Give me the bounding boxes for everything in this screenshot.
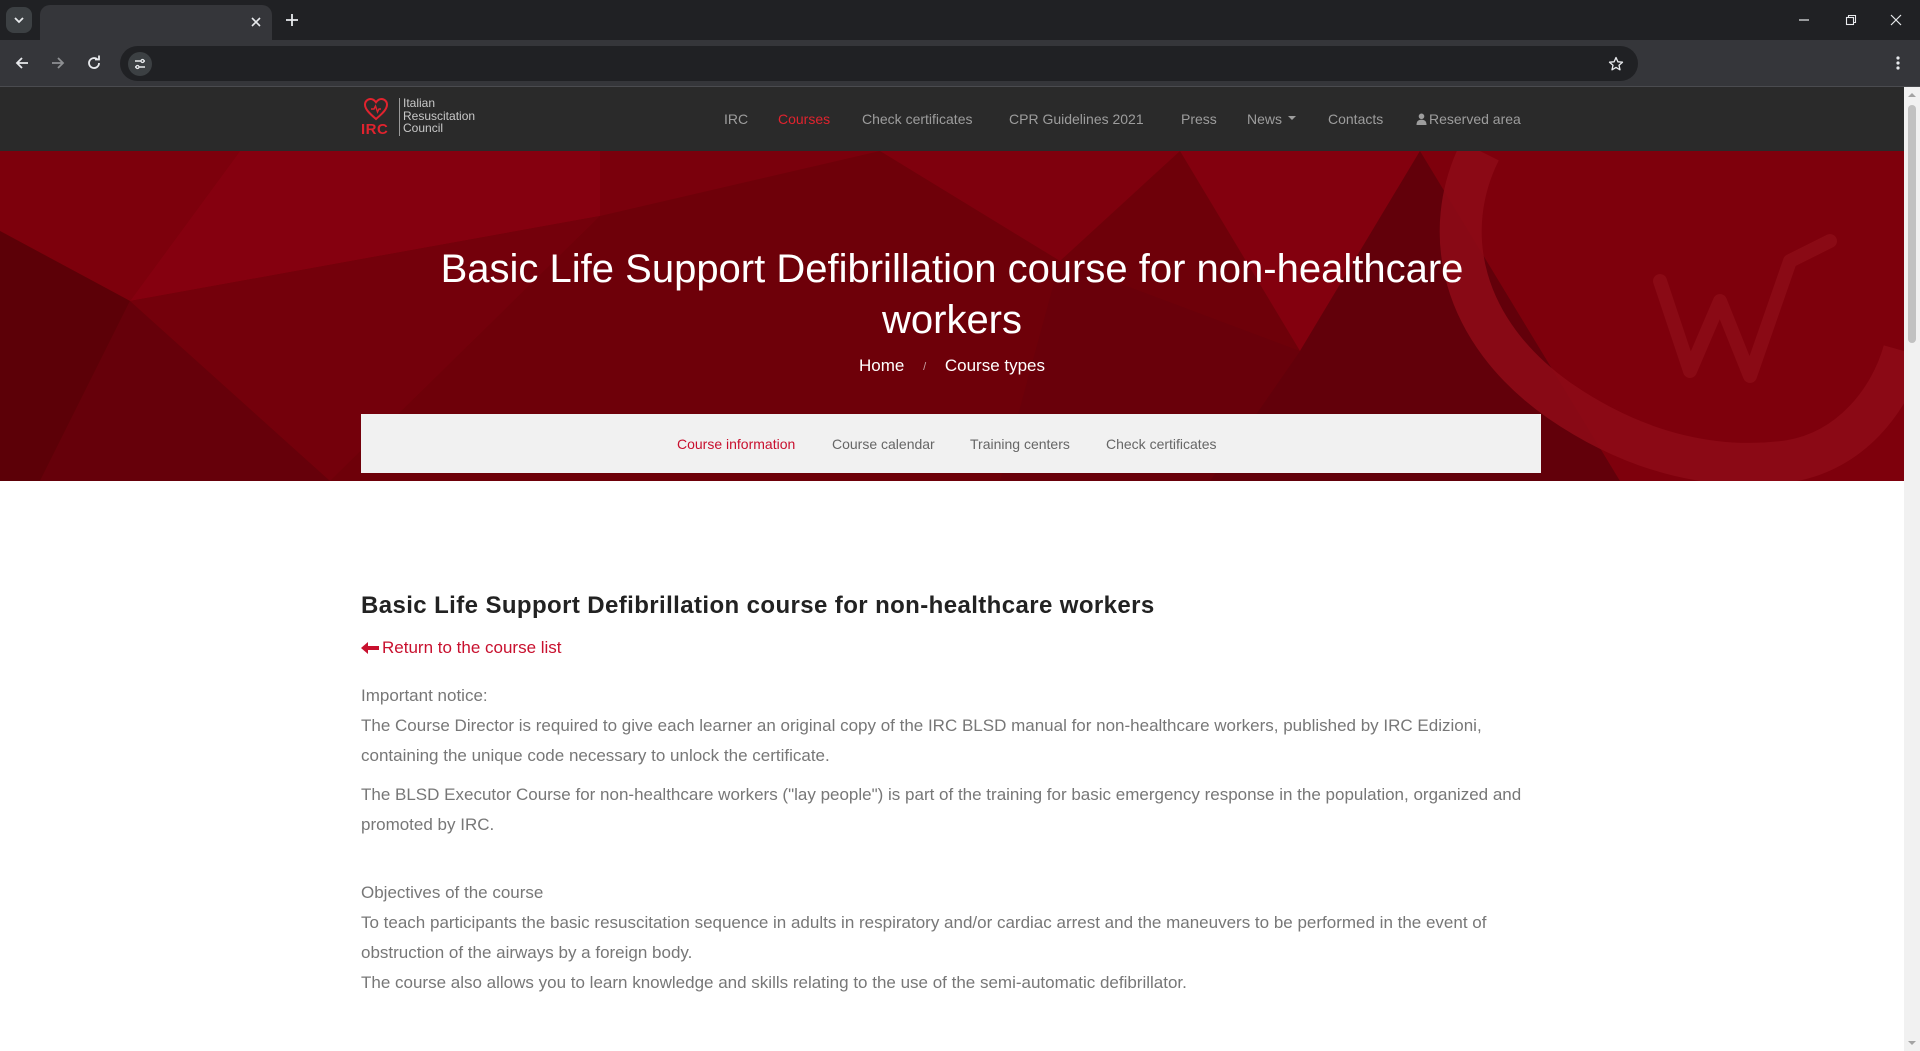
arrow-left-icon (361, 641, 379, 654)
new-tab-button[interactable] (282, 10, 302, 30)
plus-icon (286, 14, 298, 26)
breadcrumb-home[interactable]: Home (859, 356, 904, 375)
logo-divider (399, 98, 400, 136)
bookmark-button[interactable] (1606, 54, 1626, 74)
back-button[interactable] (11, 52, 33, 74)
arrow-right-icon (52, 57, 65, 69)
return-to-course-list-link[interactable]: Return to the course list (361, 638, 562, 658)
reload-icon (88, 55, 100, 69)
nav-item-press[interactable]: Press (1181, 111, 1217, 127)
nav-item-courses[interactable]: Courses (778, 111, 830, 127)
tab-search-button[interactable] (6, 7, 32, 33)
tab-check-certificates[interactable]: Check certificates (1106, 436, 1216, 452)
course-subnav: Course information Course calendar Train… (361, 414, 1541, 473)
caret-down-icon (1288, 116, 1297, 121)
user-icon (1416, 113, 1427, 126)
restore-icon (1845, 14, 1857, 26)
breadcrumb: Home / Course types (0, 356, 1904, 376)
nav-item-irc[interactable]: IRC (724, 111, 748, 127)
forward-button[interactable] (47, 52, 69, 74)
browser-tab[interactable] (40, 5, 272, 40)
course-intro: The BLSD Executor Course for non-healthc… (361, 780, 1541, 840)
minimize-icon (1799, 19, 1809, 21)
site-logo[interactable]: IRC Italian Resuscitation Council (361, 97, 491, 141)
logo-wordmark: Italian Resuscitation Council (403, 96, 476, 135)
notice-text: The Course Director is required to give … (361, 716, 1482, 765)
breadcrumb-separator: / (923, 361, 927, 373)
arrow-left-icon (15, 57, 28, 69)
tab-course-calendar[interactable]: Course calendar (832, 436, 935, 452)
logo-abbr: IRC (361, 121, 389, 138)
close-window-button[interactable] (1886, 10, 1906, 30)
notice-heading: Important notice: (361, 686, 488, 705)
nav-item-cpr-guidelines[interactable]: CPR Guidelines 2021 (1009, 111, 1144, 127)
star-icon (1608, 56, 1624, 71)
objectives-text: To teach participants the basic resuscit… (361, 913, 1487, 962)
course-title: Basic Life Support Defibrillation course… (361, 592, 1155, 619)
site-navbar: IRC Italian Resuscitation Council IRC Co… (0, 87, 1904, 151)
course-objectives: Objectives of the course To teach partic… (361, 878, 1541, 998)
chevron-down-icon (14, 17, 24, 24)
nav-item-reserved-area[interactable]: Reserved area (1416, 111, 1521, 127)
objectives-text-2: The course also allows you to learn know… (361, 973, 1187, 992)
nav-item-contacts[interactable]: Contacts (1328, 111, 1383, 127)
scroll-up-icon[interactable] (1908, 91, 1916, 99)
address-bar[interactable] (120, 46, 1638, 81)
browser-menu-button[interactable] (1887, 52, 1909, 74)
breadcrumb-course-types[interactable]: Course types (945, 356, 1045, 375)
minimize-button[interactable] (1794, 10, 1814, 30)
page-scrollbar[interactable] (1904, 87, 1920, 1051)
nav-item-check-certificates[interactable]: Check certificates (862, 111, 972, 127)
intro-text: The BLSD Executor Course for non-healthc… (361, 785, 1522, 834)
scrollbar-thumb[interactable] (1908, 105, 1916, 343)
tab-course-information[interactable]: Course information (677, 436, 795, 452)
page-viewport: IRC Italian Resuscitation Council IRC Co… (0, 87, 1904, 1051)
hero-title: Basic Life Support Defibrillation course… (440, 247, 1464, 342)
close-icon (251, 17, 261, 27)
close-icon (1890, 14, 1902, 26)
site-info-button[interactable] (128, 52, 152, 76)
browser-tab-bar (0, 0, 1920, 40)
tune-icon (135, 58, 145, 70)
nav-item-news[interactable]: News (1247, 111, 1297, 127)
important-notice: Important notice: The Course Director is… (361, 681, 1541, 771)
more-vert-icon (1896, 56, 1900, 70)
restore-button[interactable] (1841, 10, 1861, 30)
heart-logo-icon (363, 97, 389, 121)
browser-toolbar (0, 40, 1920, 87)
objectives-heading: Objectives of the course (361, 883, 544, 902)
tab-close-button[interactable] (248, 14, 264, 30)
scroll-down-icon[interactable] (1908, 1039, 1916, 1047)
reload-button[interactable] (83, 52, 105, 74)
tab-training-centers[interactable]: Training centers (970, 436, 1070, 452)
